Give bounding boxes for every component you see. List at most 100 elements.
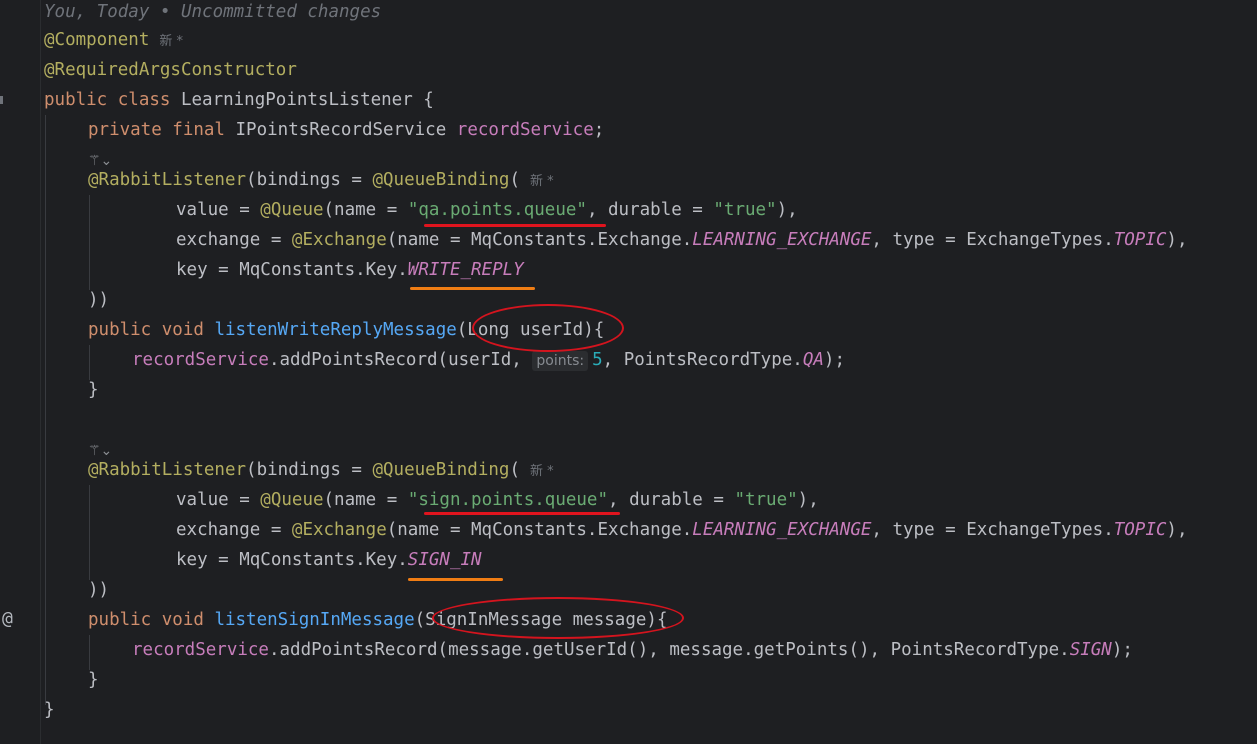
field-name[interactable]: recordService — [457, 120, 594, 140]
parameter-hint: points: — [532, 351, 589, 371]
gutter-change-marker[interactable] — [0, 96, 3, 104]
topic-constant[interactable]: TOPIC — [1114, 230, 1167, 250]
red-underline-qa-queue — [424, 224, 606, 227]
git-blame-annotation[interactable]: You, Today • Uncommitted changes — [44, 0, 381, 27]
name-assign: (name = — [323, 490, 408, 510]
rabbit-listener-annotation[interactable]: @RabbitListener — [88, 460, 246, 480]
code-line: key = MqConstants.Key.SIGN_IN — [176, 545, 482, 575]
listen-sign-in-method[interactable]: listenSignInMessage — [214, 610, 414, 630]
method-modifiers: public void — [88, 320, 215, 340]
exchange-assign: exchange = — [176, 230, 292, 250]
exchange-annotation[interactable]: @Exchange — [292, 230, 387, 250]
sign-queue-string[interactable]: "sign.points.queue" — [408, 490, 608, 510]
bindings-assign: (bindings = — [246, 460, 373, 480]
code-line: @RequiredArgsConstructor — [44, 55, 297, 85]
name-assign: (name = — [323, 200, 408, 220]
end-call: ); — [1111, 640, 1133, 660]
red-underline-sign-queue — [424, 512, 620, 515]
new-change-hint[interactable]: 新 * — [159, 34, 183, 49]
add-points-call: .addPointsRecord(userId, — [268, 350, 533, 370]
paren-open: ( — [509, 460, 520, 480]
points-number: 5 — [592, 350, 603, 370]
bindings-assign: (bindings = — [246, 170, 373, 190]
code-line: recordService.addPointsRecord(userId, po… — [132, 345, 845, 375]
end-call: ); — [823, 350, 845, 370]
learning-exchange-constant[interactable]: LEARNING_EXCHANGE — [692, 230, 871, 250]
code-line: )) — [88, 285, 109, 315]
close-paren: ), — [1166, 520, 1188, 540]
close-paren: ), — [776, 200, 798, 220]
close-paren: ), — [797, 490, 819, 510]
indent-guide — [89, 485, 90, 580]
brace-close: } — [88, 380, 99, 400]
code-line: value = @Queue(name = "sign.points.queue… — [176, 485, 819, 515]
class-name[interactable]: LearningPointsListener — [181, 90, 413, 110]
orange-underline-write-reply — [410, 287, 535, 290]
method-modifiers: public void — [88, 610, 215, 630]
red-circle-signin-message — [432, 597, 684, 639]
implementation-gutter-icon[interactable]: @ — [2, 608, 13, 629]
record-service-ref[interactable]: recordService — [132, 350, 269, 370]
queue-annotation[interactable]: @Queue — [260, 200, 323, 220]
indent-guide — [89, 195, 90, 290]
code-line: value = @Queue(name = "qa.points.queue",… — [176, 195, 798, 225]
key-assign: key = MqConstants.Key. — [176, 260, 408, 280]
qa-queue-string[interactable]: "qa.points.queue" — [408, 200, 587, 220]
indent-guide — [45, 115, 46, 705]
code-line: private final IPointsRecordService recor… — [88, 115, 604, 145]
paren-open: ( — [509, 170, 520, 190]
topic-constant[interactable]: TOPIC — [1114, 520, 1167, 540]
type-assign: , type = ExchangeTypes. — [871, 520, 1114, 540]
brace-close: } — [44, 700, 55, 720]
exchange-annotation[interactable]: @Exchange — [292, 520, 387, 540]
code-line: )) — [88, 575, 109, 605]
field-modifiers: private final — [88, 120, 236, 140]
close-binding: )) — [88, 580, 110, 600]
component-annotation[interactable]: @Component — [44, 30, 149, 50]
editor-gutter[interactable]: @ — [0, 0, 41, 744]
exchange-name: (name = MqConstants.Exchange. — [386, 230, 693, 250]
code-line: } — [88, 375, 99, 405]
value-assign: value = — [176, 490, 261, 510]
record-type: , PointsRecordType. — [602, 350, 803, 370]
required-args-annotation[interactable]: @RequiredArgsConstructor — [44, 60, 297, 80]
semicolon: ; — [593, 120, 605, 140]
learning-exchange-constant[interactable]: LEARNING_EXCHANGE — [692, 520, 871, 540]
brace-open: { — [412, 90, 434, 110]
orange-underline-sign-in — [408, 578, 503, 581]
new-change-hint[interactable]: 新 * — [530, 174, 554, 189]
durable-assign: , durable = — [608, 490, 735, 510]
code-line: @RabbitListener(bindings = @QueueBinding… — [88, 455, 554, 485]
listen-write-reply-method[interactable]: listenWriteReplyMessage — [214, 320, 456, 340]
code-line: public class LearningPointsListener { — [44, 85, 434, 115]
close-binding: )) — [88, 290, 110, 310]
queue-binding-annotation[interactable]: @QueueBinding — [372, 460, 509, 480]
field-type[interactable]: IPointsRecordService — [236, 120, 457, 140]
rabbit-listener-annotation[interactable]: @RabbitListener — [88, 170, 246, 190]
code-line: @RabbitListener(bindings = @QueueBinding… — [88, 165, 554, 195]
durable-assign: , durable = — [586, 200, 714, 220]
code-line: recordService.addPointsRecord(message.ge… — [132, 635, 1133, 665]
sign-constant[interactable]: SIGN — [1070, 640, 1112, 660]
add-points-call: .addPointsRecord(message.getUserId(), me… — [268, 640, 1070, 660]
close-paren: ), — [1166, 230, 1188, 250]
exchange-assign: exchange = — [176, 520, 292, 540]
red-circle-long-userid — [472, 304, 624, 352]
new-change-hint[interactable]: 新 * — [530, 464, 554, 479]
class-keyword: public class — [44, 90, 181, 110]
key-assign: key = MqConstants.Key. — [176, 550, 408, 570]
write-reply-constant[interactable]: WRITE_REPLY — [408, 260, 524, 280]
type-assign: , type = ExchangeTypes. — [871, 230, 1114, 250]
code-line: @Component 新 * — [44, 25, 183, 55]
true-string: "true" — [713, 200, 777, 220]
sign-in-constant[interactable]: SIGN_IN — [408, 550, 482, 570]
qa-constant[interactable]: QA — [803, 350, 824, 370]
true-string: "true" — [734, 490, 798, 510]
exchange-name: (name = MqConstants.Exchange. — [386, 520, 693, 540]
code-line: } — [44, 695, 55, 725]
queue-binding-annotation[interactable]: @QueueBinding — [372, 170, 509, 190]
record-service-ref[interactable]: recordService — [132, 640, 269, 660]
queue-annotation[interactable]: @Queue — [260, 490, 323, 510]
code-line: key = MqConstants.Key.WRITE_REPLY — [176, 255, 524, 285]
brace-close: } — [88, 670, 99, 690]
